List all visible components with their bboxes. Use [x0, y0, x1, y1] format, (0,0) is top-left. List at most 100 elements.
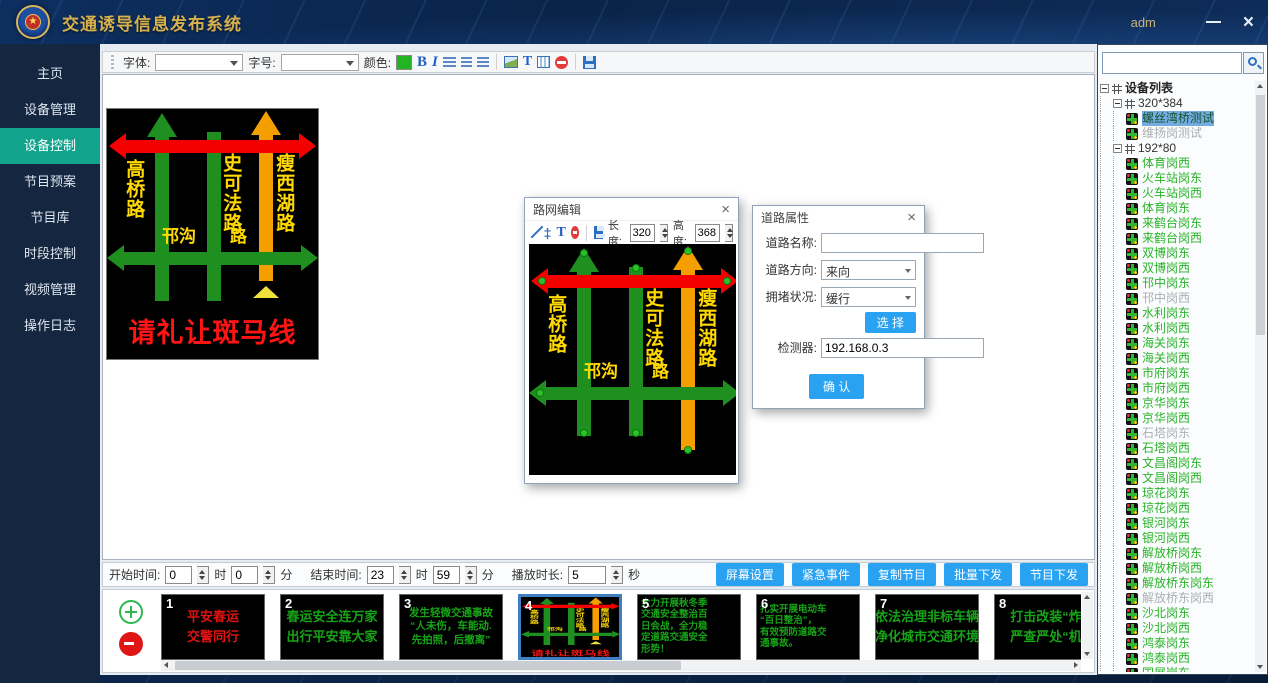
- device-tree-item[interactable]: 水利岗西: [1100, 321, 1254, 336]
- close-icon[interactable]: ×: [1243, 13, 1254, 32]
- sidebar-item-3[interactable]: 设备控制: [0, 128, 100, 164]
- road-direction-select[interactable]: 来向: [821, 260, 916, 280]
- device-tree-item[interactable]: 双博岗西: [1100, 261, 1254, 276]
- tree-scrollbar-thumb[interactable]: [1256, 95, 1265, 335]
- device-tree-item[interactable]: 邗中岗西: [1100, 291, 1254, 306]
- device-tree-item[interactable]: 京华岗东: [1100, 396, 1254, 411]
- size-select[interactable]: [281, 54, 359, 71]
- device-tree-item[interactable]: 京华岗西: [1100, 411, 1254, 426]
- device-tree-item[interactable]: 火车站岗东: [1100, 171, 1254, 186]
- sidebar-item-8[interactable]: 操作日志: [0, 308, 100, 344]
- device-tree-item[interactable]: 火车站岗西: [1100, 186, 1254, 201]
- panel-layout-icon[interactable]: [537, 56, 550, 68]
- start-hour-spinner[interactable]: [197, 566, 209, 584]
- scroll-down-icon[interactable]: [1082, 648, 1093, 659]
- add-program-button[interactable]: [119, 600, 143, 624]
- device-tree-item[interactable]: 国展岗东: [1100, 666, 1254, 672]
- collapse-icon[interactable]: [1113, 99, 1122, 108]
- device-tree-item[interactable]: 文昌阁岗东: [1100, 456, 1254, 471]
- bold-icon[interactable]: B: [417, 54, 427, 71]
- roadnet-delete-icon[interactable]: [571, 226, 580, 239]
- device-tree-item[interactable]: 来鹤台岗西: [1100, 231, 1254, 246]
- device-tree-item[interactable]: 双博岗东: [1100, 246, 1254, 261]
- select-button[interactable]: 选 择: [865, 312, 916, 333]
- length-input[interactable]: [630, 224, 655, 242]
- italic-icon[interactable]: I: [432, 54, 438, 71]
- remove-program-button[interactable]: [119, 632, 143, 656]
- device-tree-item[interactable]: 解放桥东岗西: [1100, 591, 1254, 606]
- program-thumbnail-7[interactable]: 7依法治理非标车辆净化城市交通环境: [875, 594, 979, 660]
- scroll-up-icon[interactable]: [1082, 592, 1093, 603]
- action-button-4[interactable]: 批量下发: [944, 563, 1012, 586]
- device-tree-item[interactable]: 石塔岗西: [1100, 441, 1254, 456]
- properties-close-icon[interactable]: ×: [907, 210, 916, 225]
- end-hour-input[interactable]: [367, 566, 394, 584]
- duration-spinner[interactable]: [611, 566, 623, 584]
- action-button-3[interactable]: 复制节目: [868, 563, 936, 586]
- scroll-right-icon[interactable]: [1070, 660, 1081, 671]
- device-tree-item[interactable]: 维扬岗测试: [1100, 126, 1254, 141]
- align-left-icon[interactable]: [443, 57, 456, 67]
- roadnet-canvas[interactable]: 高桥路史可法路瘦西湖路邗沟路: [529, 244, 736, 475]
- sidebar-item-5[interactable]: 节目库: [0, 200, 100, 236]
- horizontal-scrollbar[interactable]: [161, 660, 1081, 671]
- insert-text-icon[interactable]: T: [523, 54, 532, 70]
- program-thumbnail-2[interactable]: 2春运安全连万家出行平安靠大家: [280, 594, 384, 660]
- font-select[interactable]: [155, 54, 243, 71]
- program-thumbnail-4[interactable]: 4高桥路史可法路瘦西湖路邗沟路请礼让斑马线: [518, 594, 622, 660]
- device-tree-item[interactable]: 沙北岗西: [1100, 621, 1254, 636]
- delete-icon[interactable]: [555, 56, 568, 69]
- end-minute-input[interactable]: [433, 566, 460, 584]
- align-center-icon[interactable]: [461, 57, 472, 67]
- insert-image-icon[interactable]: [504, 56, 518, 68]
- device-search-input[interactable]: [1102, 52, 1242, 74]
- action-button-2[interactable]: 紧急事件: [792, 563, 860, 586]
- device-search-button[interactable]: [1243, 52, 1264, 74]
- double-arrow-icon[interactable]: ‡: [544, 226, 552, 240]
- detector-input[interactable]: [821, 338, 984, 358]
- duration-input[interactable]: [568, 566, 606, 584]
- road-name-input[interactable]: [821, 233, 984, 253]
- sidebar-item-6[interactable]: 时段控制: [0, 236, 100, 272]
- device-tree-item[interactable]: 市府岗东: [1100, 366, 1254, 381]
- action-button-5[interactable]: 节目下发: [1020, 563, 1088, 586]
- horizontal-scrollbar-thumb[interactable]: [175, 661, 681, 670]
- device-tree-item[interactable]: 银河岗东: [1100, 516, 1254, 531]
- device-tree-item[interactable]: 银河岗西: [1100, 531, 1254, 546]
- tree-group-320*384[interactable]: 320*384: [1100, 96, 1254, 111]
- tree-root[interactable]: 设备列表: [1100, 81, 1254, 96]
- device-tree-item[interactable]: 海关岗东: [1100, 336, 1254, 351]
- device-tree-item[interactable]: 海关岗西: [1100, 351, 1254, 366]
- tree-scroll-up-icon[interactable]: [1255, 81, 1266, 92]
- height-spinner[interactable]: [725, 224, 733, 242]
- program-thumbnail-8[interactable]: 8打击改装“炸严查严处“机: [994, 594, 1081, 660]
- roadnet-close-icon[interactable]: ×: [721, 202, 730, 217]
- confirm-button[interactable]: 确 认: [809, 374, 864, 399]
- roadnet-text-icon[interactable]: T: [556, 225, 565, 241]
- device-tree-item[interactable]: 鸿泰岗东: [1100, 636, 1254, 651]
- device-tree-item[interactable]: 鸿泰岗西: [1100, 651, 1254, 666]
- device-tree-item[interactable]: 邗中岗东: [1100, 276, 1254, 291]
- led-sign-preview[interactable]: 高桥路史可法路瘦西湖路邗沟路请礼让斑马线: [107, 109, 318, 359]
- action-button-1[interactable]: 屏幕设置: [716, 563, 784, 586]
- program-thumbnail-5[interactable]: 5大力开展秋冬季交通安全整治百日会战，全力稳定道路交通安全形势！: [637, 594, 741, 660]
- program-thumbnail-1[interactable]: 1平安春运交警同行: [161, 594, 265, 660]
- minimize-icon[interactable]: [1206, 21, 1221, 23]
- device-tree-item[interactable]: 水利岗东: [1100, 306, 1254, 321]
- device-tree-item[interactable]: 文昌阁岗西: [1100, 471, 1254, 486]
- congestion-select[interactable]: 缓行: [821, 287, 916, 307]
- roadnet-dialog-titlebar[interactable]: 路网编辑 ×: [525, 198, 738, 220]
- sidebar-item-2[interactable]: 设备管理: [0, 92, 100, 128]
- program-thumbnail-6[interactable]: 6扎实开展电动车“百日整治”，有效预防道路交通事故。: [756, 594, 860, 660]
- device-tree-item[interactable]: 市府岗西: [1100, 381, 1254, 396]
- device-tree-item[interactable]: 解放桥东岗东: [1100, 576, 1254, 591]
- length-spinner[interactable]: [660, 224, 668, 242]
- roadnet-save-icon[interactable]: [594, 226, 603, 239]
- sidebar-item-7[interactable]: 视频管理: [0, 272, 100, 308]
- sidebar-item-4[interactable]: 节目预案: [0, 164, 100, 200]
- start-minute-spinner[interactable]: [263, 566, 275, 584]
- tree-scrollbar[interactable]: [1255, 81, 1266, 672]
- scroll-left-icon[interactable]: [161, 660, 172, 671]
- height-input[interactable]: [695, 224, 720, 242]
- device-tree-item[interactable]: 来鹤台岗东: [1100, 216, 1254, 231]
